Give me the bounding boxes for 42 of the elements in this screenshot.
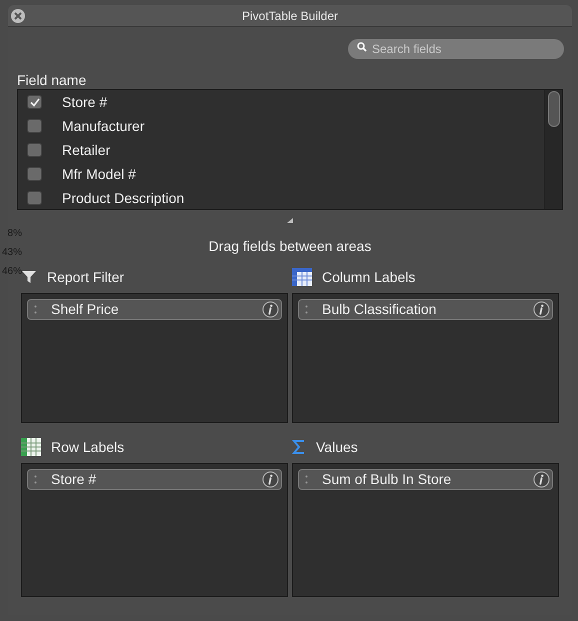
checkbox[interactable] bbox=[27, 167, 42, 181]
funnel-icon bbox=[21, 269, 37, 285]
area-title: Report Filter bbox=[47, 268, 124, 287]
table-icon bbox=[292, 268, 312, 286]
info-icon[interactable] bbox=[262, 301, 279, 318]
search-icon bbox=[357, 42, 367, 52]
field-label[interactable]: Mfr Model # bbox=[62, 164, 136, 184]
info-icon[interactable] bbox=[533, 471, 550, 488]
grip-icon bbox=[34, 305, 37, 314]
table-icon bbox=[21, 438, 41, 456]
grip-icon bbox=[34, 475, 37, 484]
field-label[interactable]: Manufacturer bbox=[62, 116, 144, 136]
grip-icon bbox=[305, 475, 308, 484]
sigma-icon bbox=[292, 439, 306, 455]
drop-area[interactable]: Bulb Classification bbox=[292, 293, 559, 423]
close-icon[interactable] bbox=[10, 8, 26, 24]
checkbox[interactable] bbox=[27, 119, 42, 133]
hint-text: Drag fields between areas bbox=[208, 237, 372, 256]
info-icon[interactable] bbox=[533, 301, 550, 318]
window-title: PivotTable Builder bbox=[242, 8, 338, 24]
field-list-heading: Field name bbox=[17, 71, 88, 89]
scrollbar[interactable] bbox=[544, 90, 562, 209]
field-label[interactable]: Store # bbox=[62, 92, 108, 112]
field-chip[interactable]: Store # bbox=[27, 469, 282, 490]
drop-area[interactable]: Store # bbox=[21, 463, 288, 597]
checkbox[interactable] bbox=[27, 191, 42, 205]
info-icon[interactable] bbox=[262, 471, 279, 488]
checkbox[interactable] bbox=[27, 95, 42, 109]
area-title: Column Labels bbox=[322, 268, 416, 286]
field-label[interactable]: Retailer bbox=[62, 140, 110, 160]
field-label[interactable]: Product Description bbox=[62, 188, 184, 208]
grip-icon bbox=[305, 305, 308, 314]
field-chip[interactable]: Bulb Classification bbox=[298, 299, 553, 320]
area-title: Values bbox=[316, 438, 358, 456]
resize-handle-icon[interactable] bbox=[287, 218, 293, 223]
checkbox[interactable] bbox=[27, 143, 42, 157]
drop-area[interactable]: Sum of Bulb In Store bbox=[292, 463, 559, 597]
search-field[interactable]: Search fields bbox=[348, 39, 564, 59]
area-title: Row Labels bbox=[51, 438, 124, 456]
field-chip[interactable]: Shelf Price bbox=[27, 299, 282, 320]
drop-area[interactable]: Shelf Price bbox=[21, 293, 288, 423]
field-chip[interactable]: Sum of Bulb In Store bbox=[298, 469, 553, 490]
